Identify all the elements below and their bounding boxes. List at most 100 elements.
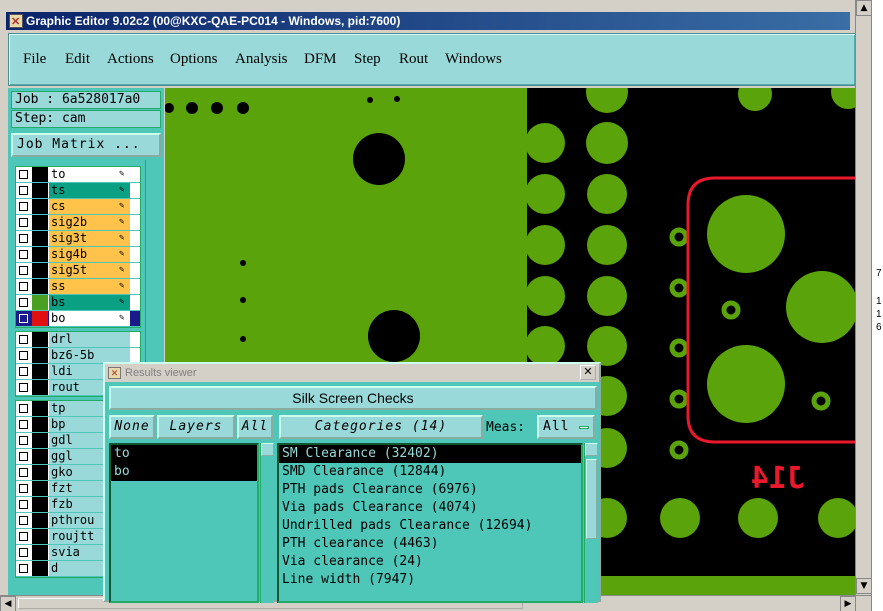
layer-row[interactable]: drl [16, 332, 140, 348]
layer-checkbox[interactable] [19, 436, 28, 445]
category-item[interactable]: PTH pads Clearance (6976) [279, 481, 581, 499]
menu-actions[interactable]: Actions [107, 51, 154, 68]
layer-name[interactable]: sig4b [49, 247, 130, 262]
layer-color-swatch[interactable] [32, 364, 48, 379]
menu-file[interactable]: File [23, 51, 46, 68]
menu-rout[interactable]: Rout [399, 51, 428, 68]
layer-color-swatch[interactable] [32, 199, 48, 214]
none-button[interactable]: None [109, 415, 155, 439]
layer-checkbox[interactable] [19, 170, 28, 179]
layer-color-swatch[interactable] [32, 215, 48, 230]
menu-step[interactable]: Step [354, 51, 381, 68]
layer-color-swatch[interactable] [32, 263, 48, 278]
layer-checkbox[interactable] [19, 420, 28, 429]
menu-edit[interactable]: Edit [65, 51, 90, 68]
category-item[interactable]: Via clearance (24) [279, 553, 581, 571]
scroll-right-icon[interactable]: ▶ [840, 596, 856, 611]
layer-checkbox[interactable] [19, 516, 28, 525]
layer-color-swatch[interactable] [32, 433, 48, 448]
layer-checkbox[interactable] [19, 532, 28, 541]
category-item[interactable]: Line width (7947) [279, 571, 581, 589]
result-layer-item[interactable]: to [111, 445, 257, 463]
scroll-up-icon[interactable] [585, 443, 598, 456]
meas-select[interactable]: All [537, 415, 595, 439]
layer-checkbox[interactable] [19, 548, 28, 557]
category-item[interactable]: Via pads Clearance (4074) [279, 499, 581, 517]
layer-row[interactable]: cs ✎ [16, 199, 140, 215]
close-icon[interactable]: ✕ [580, 365, 596, 380]
layer-color-swatch[interactable] [32, 449, 48, 464]
layer-checkbox[interactable] [19, 266, 28, 275]
layer-row[interactable]: sig4b ✎ [16, 247, 140, 263]
menu-dfm[interactable]: DFM [304, 51, 337, 68]
layer-checkbox[interactable] [19, 335, 28, 344]
layer-checkbox[interactable] [19, 351, 28, 360]
result-layer-item[interactable]: bo [111, 463, 257, 481]
layer-name[interactable]: cs [49, 199, 130, 214]
layer-checkbox[interactable] [19, 404, 28, 413]
layer-checkbox[interactable] [19, 186, 28, 195]
layer-color-swatch[interactable] [32, 380, 48, 395]
layer-checkbox[interactable] [19, 468, 28, 477]
layer-color-swatch[interactable] [32, 311, 48, 326]
layer-results-scrollbar[interactable] [260, 443, 274, 603]
layer-checkbox[interactable] [19, 282, 28, 291]
layer-name[interactable]: ss [49, 279, 130, 294]
layer-name[interactable]: bo [49, 311, 130, 326]
scroll-thumb[interactable] [586, 459, 597, 539]
scroll-up-icon[interactable] [261, 443, 274, 456]
layer-name[interactable]: sig5t [49, 263, 130, 278]
layer-checkbox[interactable] [19, 564, 28, 573]
scroll-up-icon[interactable]: ▲ [856, 0, 872, 16]
layer-color-swatch[interactable] [32, 401, 48, 416]
layer-row[interactable]: bs ✎ [16, 295, 140, 311]
layer-row[interactable]: ss ✎ [16, 279, 140, 295]
layer-color-swatch[interactable] [32, 279, 48, 294]
layer-color-swatch[interactable] [32, 247, 48, 262]
layer-name[interactable]: bs [49, 295, 130, 310]
layer-name[interactable]: sig3t [49, 231, 130, 246]
layer-name[interactable]: ts [49, 183, 130, 198]
category-results-scrollbar[interactable] [584, 443, 598, 603]
category-item[interactable]: Undrilled pads Clearance (12694) [279, 517, 581, 535]
categories-button[interactable]: Categories (14) [279, 415, 483, 439]
all-button[interactable]: All [237, 415, 273, 439]
menu-analysis[interactable]: Analysis [235, 51, 288, 68]
window-title-bar[interactable]: Graphic Editor 9.02c2 (00@KXC-QAE-PC014 … [6, 12, 850, 31]
layer-color-swatch[interactable] [32, 167, 48, 182]
check-name-header[interactable]: Silk Screen Checks [109, 386, 597, 410]
layer-row[interactable]: sig2b ✎ [16, 215, 140, 231]
layer-checkbox[interactable] [19, 314, 28, 323]
layer-checkbox[interactable] [19, 367, 28, 376]
layer-color-swatch[interactable] [32, 481, 48, 496]
layer-checkbox[interactable] [19, 298, 28, 307]
layer-color-swatch[interactable] [32, 561, 48, 576]
category-item[interactable]: SMD Clearance (12844) [279, 463, 581, 481]
layer-row[interactable]: to ✎ [16, 167, 140, 183]
results-viewer-title-bar[interactable]: ✕ Results viewer ✕ [105, 364, 599, 382]
layer-color-swatch[interactable] [32, 529, 48, 544]
layer-color-swatch[interactable] [32, 348, 48, 363]
layer-name[interactable]: sig2b [49, 215, 130, 230]
layer-color-swatch[interactable] [32, 183, 48, 198]
menu-windows[interactable]: Windows [445, 51, 502, 68]
scroll-left-icon[interactable]: ◀ [0, 596, 16, 611]
layer-checkbox[interactable] [19, 250, 28, 259]
layer-name[interactable]: drl [49, 332, 130, 347]
menu-options[interactable]: Options [170, 51, 218, 68]
layer-checkbox[interactable] [19, 234, 28, 243]
layer-checkbox[interactable] [19, 202, 28, 211]
layer-color-swatch[interactable] [32, 465, 48, 480]
layer-checkbox[interactable] [19, 500, 28, 509]
layer-checkbox[interactable] [19, 383, 28, 392]
layer-checkbox[interactable] [19, 452, 28, 461]
category-item[interactable]: SM Clearance (32402) [279, 445, 581, 463]
scroll-down-icon[interactable]: ▼ [856, 578, 872, 594]
canvas-vertical-scrollbar[interactable]: ▲ ▼ [855, 0, 872, 595]
layer-name[interactable]: bz6-5b [49, 348, 130, 363]
layer-color-swatch[interactable] [32, 332, 48, 347]
layer-color-swatch[interactable] [32, 417, 48, 432]
layer-color-swatch[interactable] [32, 545, 48, 560]
layer-row[interactable]: bo ✎ [16, 311, 140, 327]
layers-button[interactable]: Layers [157, 415, 235, 439]
